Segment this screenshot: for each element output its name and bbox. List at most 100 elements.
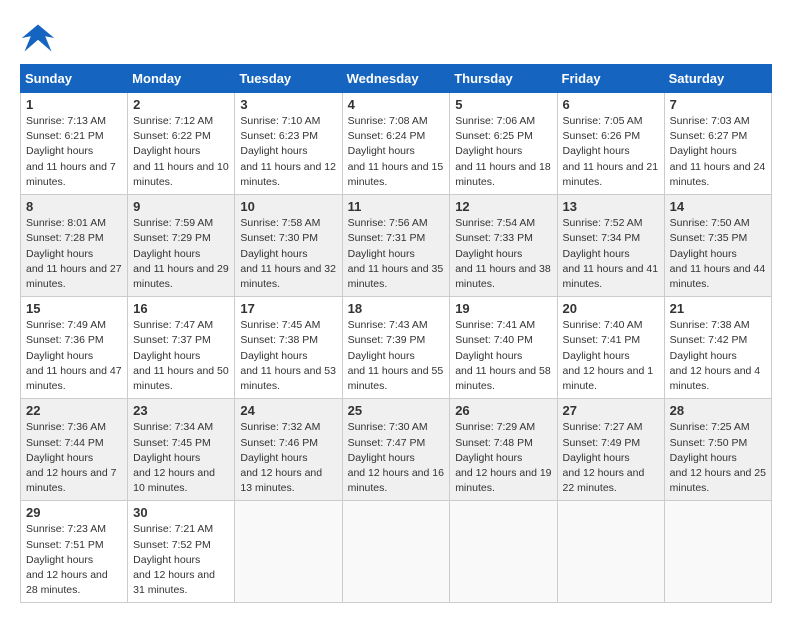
cell-info: Sunrise: 7:27 AMSunset: 7:49 PMDaylight … bbox=[563, 421, 645, 494]
day-number: 7 bbox=[670, 97, 766, 112]
col-header-friday: Friday bbox=[557, 65, 664, 93]
cell-info: Sunrise: 7:56 AMSunset: 7:31 PMDaylight … bbox=[348, 217, 444, 290]
cell-info: Sunrise: 8:01 AMSunset: 7:28 PMDaylight … bbox=[26, 217, 122, 290]
col-header-monday: Monday bbox=[128, 65, 235, 93]
day-number: 9 bbox=[133, 199, 229, 214]
day-number: 29 bbox=[26, 505, 122, 520]
calendar-cell: 28 Sunrise: 7:25 AMSunset: 7:50 PMDaylig… bbox=[664, 399, 771, 501]
cell-info: Sunrise: 7:12 AMSunset: 6:22 PMDaylight … bbox=[133, 115, 229, 188]
calendar-week-row: 8 Sunrise: 8:01 AMSunset: 7:28 PMDayligh… bbox=[21, 195, 772, 297]
cell-info: Sunrise: 7:40 AMSunset: 7:41 PMDaylight … bbox=[563, 319, 654, 392]
calendar-table: SundayMondayTuesdayWednesdayThursdayFrid… bbox=[20, 64, 772, 603]
calendar-cell: 14 Sunrise: 7:50 AMSunset: 7:35 PMDaylig… bbox=[664, 195, 771, 297]
calendar-cell bbox=[342, 501, 450, 603]
calendar-cell: 12 Sunrise: 7:54 AMSunset: 7:33 PMDaylig… bbox=[450, 195, 557, 297]
calendar-cell: 2 Sunrise: 7:12 AMSunset: 6:22 PMDayligh… bbox=[128, 93, 235, 195]
calendar-cell bbox=[557, 501, 664, 603]
cell-info: Sunrise: 7:38 AMSunset: 7:42 PMDaylight … bbox=[670, 319, 761, 392]
calendar-cell: 19 Sunrise: 7:41 AMSunset: 7:40 PMDaylig… bbox=[450, 297, 557, 399]
cell-info: Sunrise: 7:10 AMSunset: 6:23 PMDaylight … bbox=[240, 115, 336, 188]
calendar-cell: 20 Sunrise: 7:40 AMSunset: 7:41 PMDaylig… bbox=[557, 297, 664, 399]
cell-info: Sunrise: 7:08 AMSunset: 6:24 PMDaylight … bbox=[348, 115, 444, 188]
day-number: 2 bbox=[133, 97, 229, 112]
day-number: 20 bbox=[563, 301, 659, 316]
calendar-cell: 21 Sunrise: 7:38 AMSunset: 7:42 PMDaylig… bbox=[664, 297, 771, 399]
day-number: 25 bbox=[348, 403, 445, 418]
calendar-cell: 8 Sunrise: 8:01 AMSunset: 7:28 PMDayligh… bbox=[21, 195, 128, 297]
day-number: 5 bbox=[455, 97, 551, 112]
cell-info: Sunrise: 7:03 AMSunset: 6:27 PMDaylight … bbox=[670, 115, 766, 188]
day-number: 6 bbox=[563, 97, 659, 112]
cell-info: Sunrise: 7:25 AMSunset: 7:50 PMDaylight … bbox=[670, 421, 766, 494]
calendar-cell: 15 Sunrise: 7:49 AMSunset: 7:36 PMDaylig… bbox=[21, 297, 128, 399]
calendar-cell bbox=[235, 501, 342, 603]
logo bbox=[20, 20, 62, 56]
cell-info: Sunrise: 7:13 AMSunset: 6:21 PMDaylight … bbox=[26, 115, 116, 188]
cell-info: Sunrise: 7:52 AMSunset: 7:34 PMDaylight … bbox=[563, 217, 659, 290]
day-number: 12 bbox=[455, 199, 551, 214]
cell-info: Sunrise: 7:41 AMSunset: 7:40 PMDaylight … bbox=[455, 319, 551, 392]
calendar-week-row: 15 Sunrise: 7:49 AMSunset: 7:36 PMDaylig… bbox=[21, 297, 772, 399]
cell-info: Sunrise: 7:58 AMSunset: 7:30 PMDaylight … bbox=[240, 217, 336, 290]
day-number: 14 bbox=[670, 199, 766, 214]
calendar-header-row: SundayMondayTuesdayWednesdayThursdayFrid… bbox=[21, 65, 772, 93]
logo-icon bbox=[20, 20, 56, 56]
day-number: 1 bbox=[26, 97, 122, 112]
calendar-week-row: 1 Sunrise: 7:13 AMSunset: 6:21 PMDayligh… bbox=[21, 93, 772, 195]
cell-info: Sunrise: 7:21 AMSunset: 7:52 PMDaylight … bbox=[133, 523, 215, 596]
day-number: 16 bbox=[133, 301, 229, 316]
cell-info: Sunrise: 7:54 AMSunset: 7:33 PMDaylight … bbox=[455, 217, 551, 290]
calendar-cell: 22 Sunrise: 7:36 AMSunset: 7:44 PMDaylig… bbox=[21, 399, 128, 501]
cell-info: Sunrise: 7:06 AMSunset: 6:25 PMDaylight … bbox=[455, 115, 551, 188]
day-number: 18 bbox=[348, 301, 445, 316]
col-header-wednesday: Wednesday bbox=[342, 65, 450, 93]
cell-info: Sunrise: 7:05 AMSunset: 6:26 PMDaylight … bbox=[563, 115, 659, 188]
day-number: 10 bbox=[240, 199, 336, 214]
calendar-cell: 26 Sunrise: 7:29 AMSunset: 7:48 PMDaylig… bbox=[450, 399, 557, 501]
cell-info: Sunrise: 7:34 AMSunset: 7:45 PMDaylight … bbox=[133, 421, 215, 494]
cell-info: Sunrise: 7:23 AMSunset: 7:51 PMDaylight … bbox=[26, 523, 108, 596]
calendar-cell: 17 Sunrise: 7:45 AMSunset: 7:38 PMDaylig… bbox=[235, 297, 342, 399]
cell-info: Sunrise: 7:36 AMSunset: 7:44 PMDaylight … bbox=[26, 421, 117, 494]
day-number: 15 bbox=[26, 301, 122, 316]
cell-info: Sunrise: 7:43 AMSunset: 7:39 PMDaylight … bbox=[348, 319, 444, 392]
col-header-tuesday: Tuesday bbox=[235, 65, 342, 93]
day-number: 27 bbox=[563, 403, 659, 418]
calendar-cell: 27 Sunrise: 7:27 AMSunset: 7:49 PMDaylig… bbox=[557, 399, 664, 501]
calendar-week-row: 22 Sunrise: 7:36 AMSunset: 7:44 PMDaylig… bbox=[21, 399, 772, 501]
calendar-cell bbox=[450, 501, 557, 603]
day-number: 17 bbox=[240, 301, 336, 316]
day-number: 22 bbox=[26, 403, 122, 418]
day-number: 23 bbox=[133, 403, 229, 418]
calendar-cell: 4 Sunrise: 7:08 AMSunset: 6:24 PMDayligh… bbox=[342, 93, 450, 195]
calendar-cell: 5 Sunrise: 7:06 AMSunset: 6:25 PMDayligh… bbox=[450, 93, 557, 195]
col-header-thursday: Thursday bbox=[450, 65, 557, 93]
day-number: 4 bbox=[348, 97, 445, 112]
calendar-cell: 30 Sunrise: 7:21 AMSunset: 7:52 PMDaylig… bbox=[128, 501, 235, 603]
day-number: 8 bbox=[26, 199, 122, 214]
day-number: 3 bbox=[240, 97, 336, 112]
cell-info: Sunrise: 7:30 AMSunset: 7:47 PMDaylight … bbox=[348, 421, 444, 494]
day-number: 24 bbox=[240, 403, 336, 418]
day-number: 13 bbox=[563, 199, 659, 214]
day-number: 19 bbox=[455, 301, 551, 316]
cell-info: Sunrise: 7:50 AMSunset: 7:35 PMDaylight … bbox=[670, 217, 766, 290]
calendar-cell: 24 Sunrise: 7:32 AMSunset: 7:46 PMDaylig… bbox=[235, 399, 342, 501]
calendar-cell: 18 Sunrise: 7:43 AMSunset: 7:39 PMDaylig… bbox=[342, 297, 450, 399]
calendar-cell: 23 Sunrise: 7:34 AMSunset: 7:45 PMDaylig… bbox=[128, 399, 235, 501]
calendar-cell: 9 Sunrise: 7:59 AMSunset: 7:29 PMDayligh… bbox=[128, 195, 235, 297]
calendar-cell: 3 Sunrise: 7:10 AMSunset: 6:23 PMDayligh… bbox=[235, 93, 342, 195]
calendar-cell: 10 Sunrise: 7:58 AMSunset: 7:30 PMDaylig… bbox=[235, 195, 342, 297]
calendar-cell: 16 Sunrise: 7:47 AMSunset: 7:37 PMDaylig… bbox=[128, 297, 235, 399]
calendar-cell: 6 Sunrise: 7:05 AMSunset: 6:26 PMDayligh… bbox=[557, 93, 664, 195]
col-header-sunday: Sunday bbox=[21, 65, 128, 93]
cell-info: Sunrise: 7:45 AMSunset: 7:38 PMDaylight … bbox=[240, 319, 336, 392]
cell-info: Sunrise: 7:49 AMSunset: 7:36 PMDaylight … bbox=[26, 319, 122, 392]
cell-info: Sunrise: 7:29 AMSunset: 7:48 PMDaylight … bbox=[455, 421, 551, 494]
cell-info: Sunrise: 7:47 AMSunset: 7:37 PMDaylight … bbox=[133, 319, 229, 392]
calendar-week-row: 29 Sunrise: 7:23 AMSunset: 7:51 PMDaylig… bbox=[21, 501, 772, 603]
day-number: 30 bbox=[133, 505, 229, 520]
calendar-cell: 29 Sunrise: 7:23 AMSunset: 7:51 PMDaylig… bbox=[21, 501, 128, 603]
day-number: 26 bbox=[455, 403, 551, 418]
day-number: 28 bbox=[670, 403, 766, 418]
